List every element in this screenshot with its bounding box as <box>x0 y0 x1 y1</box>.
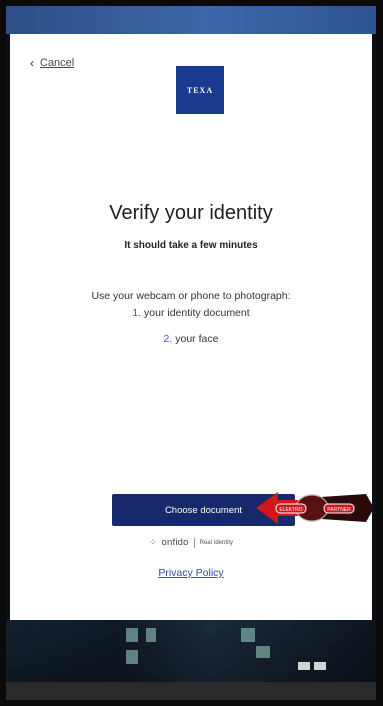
cancel-button[interactable]: ‹ Cancel <box>30 57 74 69</box>
onfido-branding: ⁘ onfido Real Identity <box>10 537 372 548</box>
logo-text: TEXA <box>186 85 214 95</box>
onfido-wordmark: onfido <box>161 537 189 548</box>
step-item: 2. your face <box>10 333 372 345</box>
top-bar <box>6 6 376 34</box>
overlay-badge: ELEKTRO PARTNER <box>256 492 374 524</box>
page-title: Verify your identity <box>109 202 273 224</box>
instruction-text: Use your webcam or phone to photograph: <box>91 290 291 302</box>
background-building-photo <box>6 620 376 700</box>
step-number: 1. <box>132 307 142 319</box>
step-label: your identity document <box>144 307 250 319</box>
overlay-text-left: ELEKTRO <box>279 507 302 513</box>
step-number: 2. <box>163 333 173 345</box>
chevron-left-icon: ‹ <box>30 56 34 70</box>
onfido-tagline: Real Identity <box>199 539 233 546</box>
app-frame: ‹ Cancel TEXA Verify your identity It sh… <box>6 6 376 700</box>
texa-logo: TEXA <box>176 66 224 114</box>
overlay-text-right: PARTNER <box>327 507 351 513</box>
privacy-policy-link[interactable]: Privacy Policy <box>10 567 372 579</box>
page-subtitle: It should take a few minutes <box>124 240 258 251</box>
cancel-label: Cancel <box>40 57 75 69</box>
divider <box>193 537 195 548</box>
step-item: 1. your identity document <box>10 307 372 319</box>
verification-modal: ‹ Cancel TEXA Verify your identity It sh… <box>10 34 372 620</box>
step-label: your face <box>175 333 219 345</box>
onfido-mark-icon: ⁘ <box>149 537 157 547</box>
